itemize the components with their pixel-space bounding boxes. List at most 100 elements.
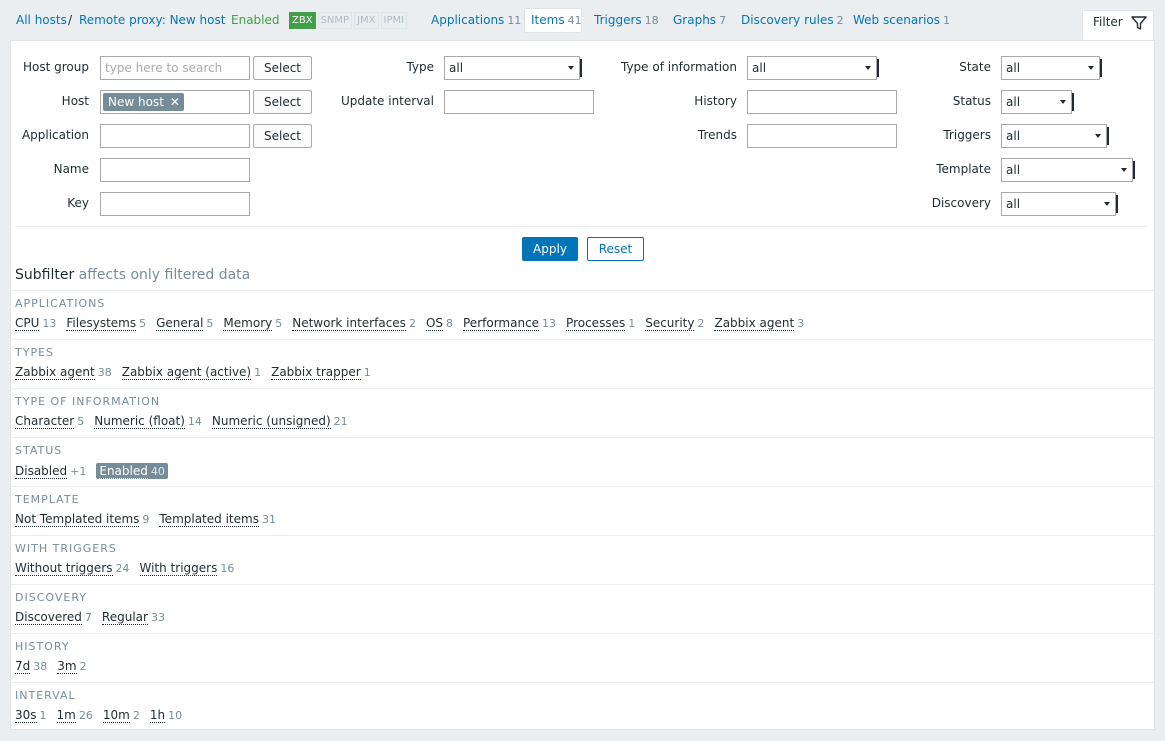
subfilter-item[interactable]: With triggers 16 bbox=[139, 561, 234, 576]
remove-tag-icon[interactable]: ✕ bbox=[170, 95, 180, 109]
tab-graphs[interactable]: Graphs 7 bbox=[673, 13, 726, 27]
key-input[interactable] bbox=[100, 192, 250, 216]
discovery-select[interactable]: all bbox=[1001, 192, 1118, 216]
subfilter-item[interactable]: 1m 26 bbox=[56, 708, 93, 723]
subfilter-item[interactable]: CPU 13 bbox=[15, 316, 57, 331]
template-label: Template bbox=[936, 162, 991, 176]
subfilter-item-name: Processes bbox=[566, 316, 626, 331]
subfilter-item[interactable]: Zabbix agent 38 bbox=[15, 365, 112, 380]
subfilter-item-name: 1m bbox=[56, 708, 76, 723]
subfilter-item[interactable]: 3m 2 bbox=[57, 659, 87, 674]
subfilter-item-name: Zabbix agent bbox=[15, 365, 95, 380]
subfilter-item[interactable]: 10m 2 bbox=[102, 708, 140, 723]
host-group-select-button[interactable]: Select bbox=[253, 56, 312, 80]
subfilter-item-name: With triggers bbox=[139, 561, 218, 576]
tab-triggers[interactable]: Triggers 18 bbox=[594, 13, 659, 27]
subfilter-item-name: 30s bbox=[15, 708, 37, 723]
subfilter-item[interactable]: Templated items 31 bbox=[159, 512, 276, 527]
subfilter-group: HISTORY 7d 38 3m 2 bbox=[11, 633, 1154, 682]
tab-count: 2 bbox=[836, 14, 844, 27]
host-select-button[interactable]: Select bbox=[253, 90, 312, 114]
subfilter-item[interactable]: Discovered 7 bbox=[15, 610, 92, 625]
subfilter-item[interactable]: 1h 10 bbox=[149, 708, 182, 723]
subfilter-item[interactable]: Memory 5 bbox=[223, 316, 282, 331]
subfilter-item[interactable]: OS 8 bbox=[425, 316, 453, 331]
subfilter-item[interactable]: Not Templated items 9 bbox=[15, 512, 149, 527]
reset-button[interactable]: Reset bbox=[587, 237, 644, 261]
subfilter-item[interactable]: Performance 13 bbox=[463, 316, 556, 331]
availability-indicators: ZBX SNMP JMX IPMI bbox=[289, 12, 408, 29]
subfilter-title-text: Subfilter bbox=[15, 267, 75, 283]
breadcrumb-all-hosts[interactable]: All hosts bbox=[16, 13, 67, 27]
apply-button[interactable]: Apply bbox=[522, 237, 578, 261]
filter-panel: Host group type here to search Select Ho… bbox=[10, 40, 1155, 730]
triggers-label: Triggers bbox=[943, 128, 991, 142]
status-select[interactable]: all bbox=[1001, 90, 1074, 114]
subfilter-item[interactable]: Security 2 bbox=[645, 316, 704, 331]
subfilter-item-name: Zabbix trapper bbox=[271, 365, 361, 380]
subfilter-item[interactable]: Filesystems 5 bbox=[66, 316, 147, 331]
subfilter-item-name: Discovered bbox=[15, 610, 82, 625]
subfilter-item[interactable]: 7d 38 bbox=[15, 659, 47, 674]
tab-count: 11 bbox=[507, 14, 522, 27]
type-of-information-select[interactable]: all bbox=[747, 56, 879, 80]
tab-label: Triggers bbox=[594, 13, 642, 27]
subfilter-item-count: 38 bbox=[97, 366, 112, 379]
type-select[interactable]: all bbox=[444, 56, 582, 80]
subfilter-item[interactable]: Character 5 bbox=[15, 414, 84, 429]
subfilter-group-header: HISTORY bbox=[15, 640, 70, 653]
subfilter-item-count: 5 bbox=[139, 317, 147, 330]
name-input[interactable] bbox=[100, 158, 250, 182]
subfilter-item[interactable]: Enabled 40 bbox=[96, 463, 168, 479]
subfilter-group: INTERVAL 30s 1 1m 26 10m 2 1h 10 bbox=[11, 682, 1154, 731]
tab-items[interactable]: Items 41 bbox=[531, 13, 582, 27]
subfilter-group-header: APPLICATIONS bbox=[15, 297, 106, 310]
subfilter-item[interactable]: 30s 1 bbox=[15, 708, 47, 723]
update-interval-input[interactable] bbox=[444, 90, 594, 114]
subfilter-item[interactable]: General 5 bbox=[156, 316, 214, 331]
template-select[interactable]: all bbox=[1001, 158, 1135, 182]
subfilter-item-count: 26 bbox=[78, 709, 93, 722]
subfilter-group-header: TEMPLATE bbox=[15, 493, 80, 506]
subfilter-item[interactable]: Without triggers 24 bbox=[15, 561, 130, 576]
state-select[interactable]: all bbox=[1001, 56, 1102, 80]
subfilter-item[interactable]: Processes 1 bbox=[566, 316, 636, 331]
tab-discovery-rules[interactable]: Discovery rules 2 bbox=[741, 13, 844, 27]
subfilter-item[interactable]: Zabbix agent (active) 1 bbox=[121, 365, 261, 380]
subfilter-item[interactable]: Network interfaces 2 bbox=[292, 316, 416, 331]
host-group-input[interactable]: type here to search bbox=[100, 56, 250, 80]
subfilter-item[interactable]: Disabled +1 bbox=[15, 464, 86, 479]
host-label: Host bbox=[61, 94, 89, 108]
subfilter-item-count: 40 bbox=[150, 465, 165, 478]
subfilter-item-name: 1h bbox=[149, 708, 166, 723]
subfilter-group-header: TYPE OF INFORMATION bbox=[15, 395, 161, 408]
subfilter-item-name: OS bbox=[425, 316, 443, 331]
breadcrumb-host[interactable]: Remote proxy: New host bbox=[79, 13, 225, 27]
tab-label: Discovery rules bbox=[741, 13, 834, 27]
subfilter-item-name: Enabled bbox=[99, 464, 148, 479]
host-status: Enabled bbox=[231, 13, 280, 27]
subfilter-item[interactable]: Regular 33 bbox=[101, 610, 165, 625]
triggers-select[interactable]: all bbox=[1001, 124, 1109, 148]
subfilter-group-header: INTERVAL bbox=[15, 689, 76, 702]
tab-label: Applications bbox=[431, 13, 505, 27]
subfilter-item-count: 1 bbox=[628, 317, 636, 330]
subfilter-item[interactable]: Numeric (unsigned) 21 bbox=[211, 414, 348, 429]
tab-applications[interactable]: Applications 11 bbox=[431, 13, 521, 27]
tab-web-scenarios[interactable]: Web scenarios 1 bbox=[853, 13, 950, 27]
subfilter-item[interactable]: Zabbix trapper 1 bbox=[271, 365, 371, 380]
application-select-button[interactable]: Select bbox=[253, 124, 312, 148]
subfilter-item[interactable]: Numeric (float) 14 bbox=[94, 414, 202, 429]
filter-tab-label: Filter bbox=[1093, 15, 1123, 29]
filter-divider bbox=[15, 226, 1147, 227]
subfilter-item-name: Templated items bbox=[159, 512, 259, 527]
subfilter-item-count: 1 bbox=[39, 709, 47, 722]
subfilter-item-count: 21 bbox=[333, 415, 348, 428]
filter-tab[interactable]: Filter bbox=[1082, 10, 1154, 41]
subfilter-group: TYPES Zabbix agent 38 Zabbix agent (active)… bbox=[11, 339, 1154, 388]
subfilter-item-count: 13 bbox=[42, 317, 57, 330]
application-input[interactable] bbox=[100, 124, 250, 148]
update-interval-label: Update interval bbox=[340, 94, 434, 108]
subfilter-item[interactable]: Zabbix agent 3 bbox=[714, 316, 804, 331]
subfilter-item-count: 5 bbox=[206, 317, 214, 330]
